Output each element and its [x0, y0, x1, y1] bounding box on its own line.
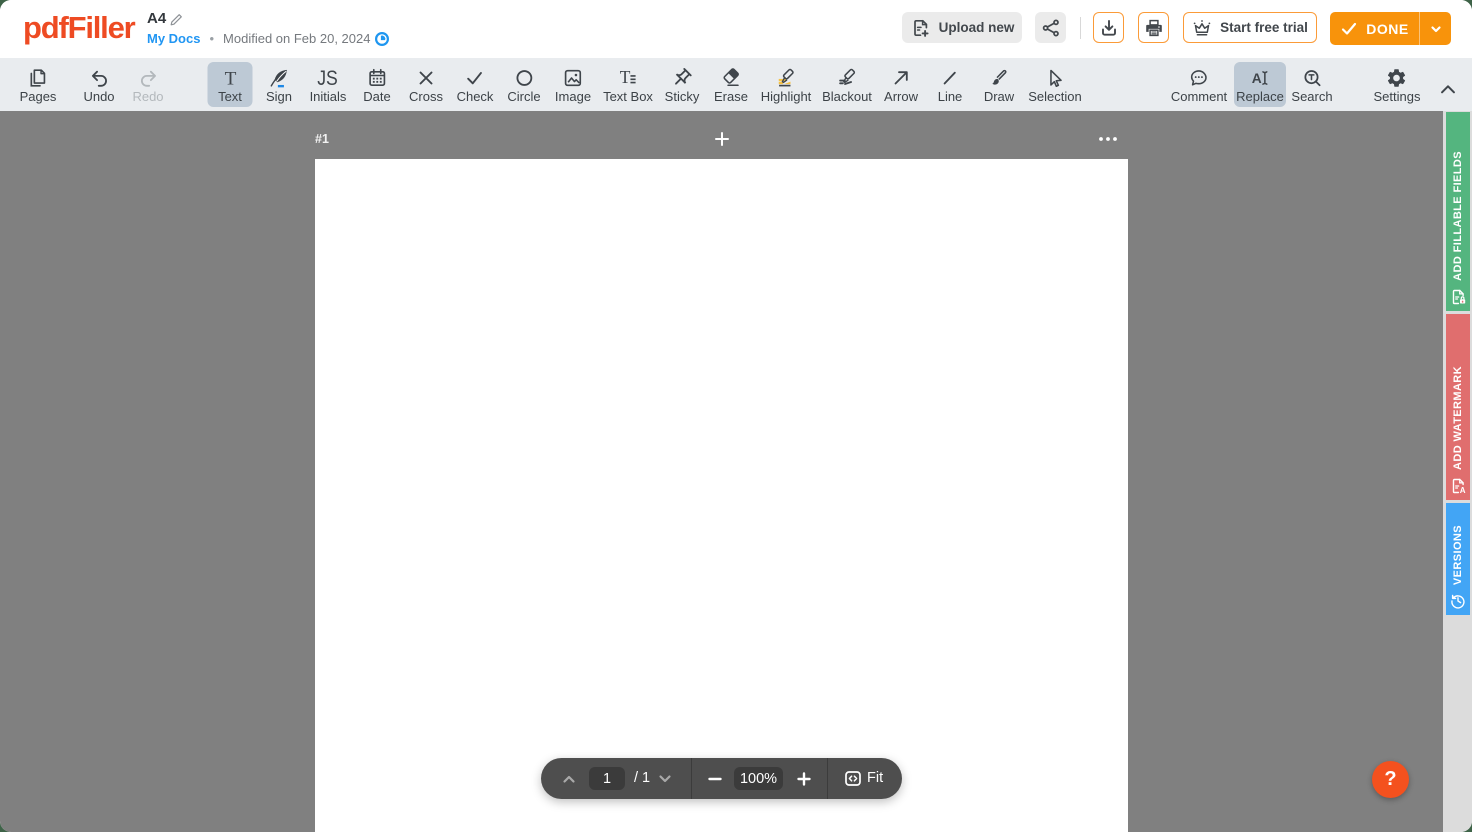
- svg-text:A: A: [1459, 486, 1465, 494]
- svg-text:A: A: [1252, 71, 1262, 86]
- svg-text:JS: JS: [318, 67, 339, 89]
- svg-text:T: T: [224, 68, 236, 89]
- svg-text:T: T: [620, 67, 631, 87]
